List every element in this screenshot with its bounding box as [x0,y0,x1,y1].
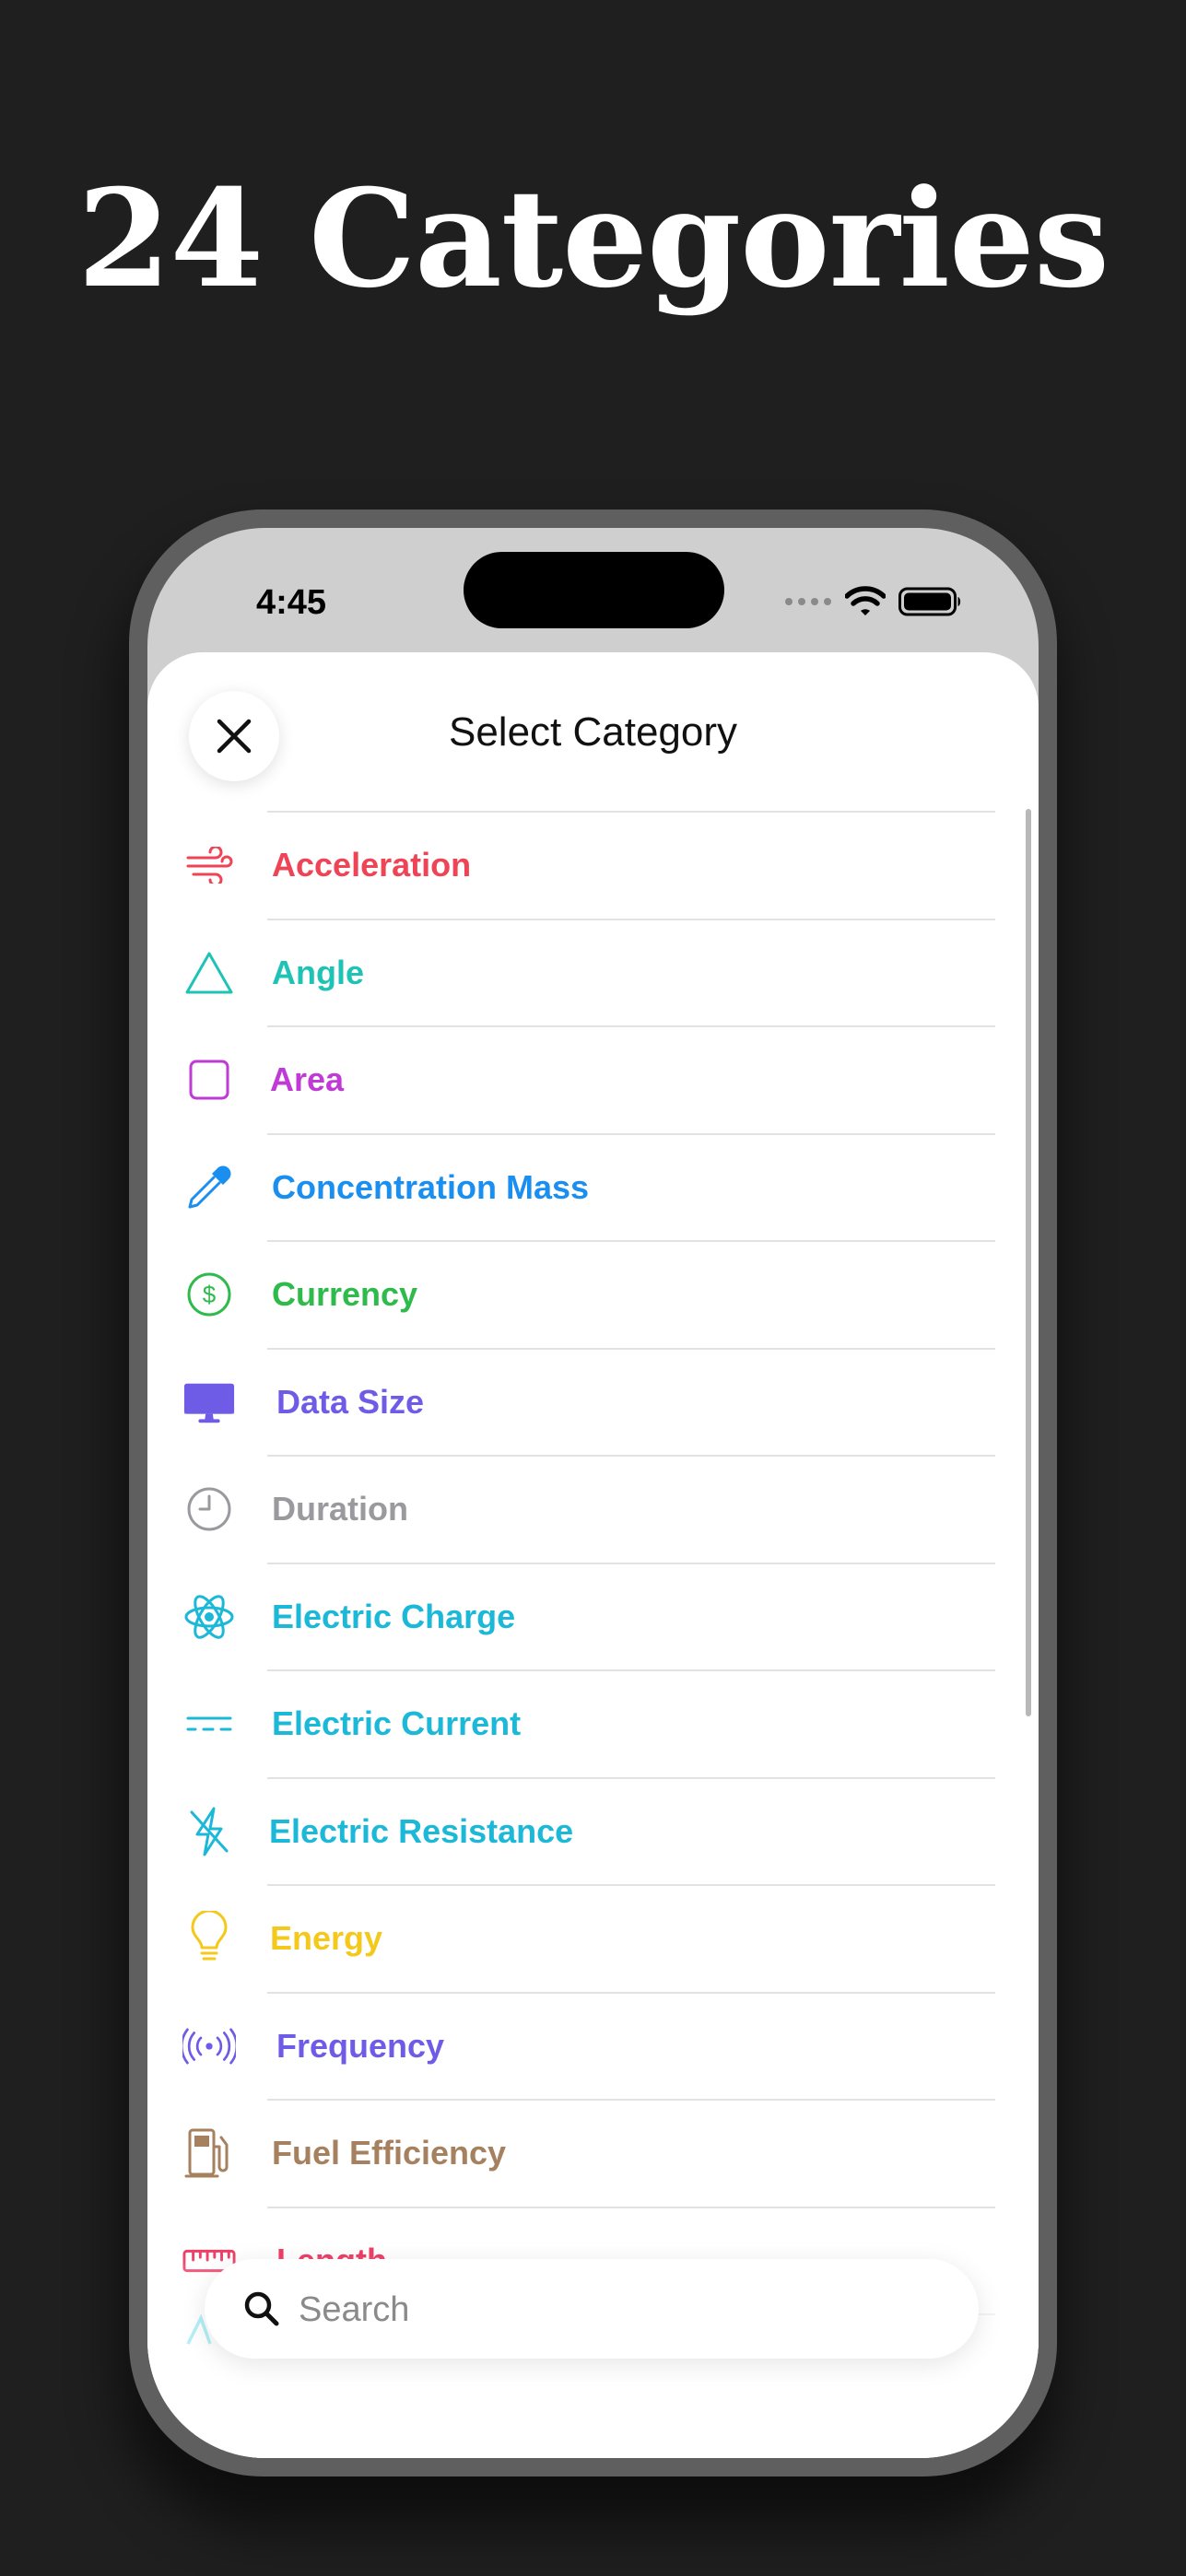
signal-icon [785,598,831,605]
category-row-concentration-mass[interactable]: Concentration Mass [147,1133,1014,1240]
category-row-data-size[interactable]: Data Size [147,1348,1014,1455]
category-sheet: Select Category Acceleration Angle Area Con… [147,652,1039,2458]
search-icon [244,2291,279,2326]
fuel-pump-icon [182,2126,236,2180]
battery-icon [898,587,961,616]
category-row-angle[interactable]: Angle [147,919,1014,1025]
category-label: Electric Resistance [269,1811,574,1850]
dc-current-icon [182,1697,236,1751]
category-label: Electric Current [272,1704,522,1742]
wifi-icon [845,586,886,615]
search-bar[interactable] [205,2259,979,2359]
category-label: Angle [272,953,365,991]
category-row-fuel-efficiency[interactable]: Fuel Efficiency [147,2099,1014,2206]
svg-text:$: $ [203,1281,217,1308]
atom-icon [182,1590,236,1644]
status-icons [784,583,963,620]
category-row-acceleration[interactable]: Acceleration [147,811,1014,918]
category-label: Energy [270,1919,383,1957]
category-row-electric-charge[interactable]: Electric Charge [147,1563,1014,1669]
category-row-electric-current[interactable]: Electric Current [147,1669,1014,1776]
category-row-currency[interactable]: $ Currency [147,1240,1014,1347]
category-label: Area [270,1060,345,1098]
category-label: Fuel Efficiency [272,2134,507,2172]
category-label: Electric Charge [272,1597,516,1635]
triangle-icon [182,946,236,1000]
category-row-electric-resistance[interactable]: Electric Resistance [147,1777,1014,1884]
sheet-title: Select Category [448,709,738,755]
category-row-area[interactable]: Area [147,1025,1014,1132]
eyedropper-icon [182,1161,236,1214]
lightbulb-icon [182,1911,236,1965]
square-icon [182,1053,236,1107]
category-label: Duration [272,1490,408,1528]
dynamic-island [464,552,724,628]
phone-frame: 4:45 Select Category Acceleration Angle … [129,509,1057,2476]
phone-screen: 4:45 Select Category Acceleration Angle … [147,528,1039,2458]
page-headline: 24 Categories [76,160,1110,318]
desktop-computer-icon [182,1376,236,1429]
category-label: Concentration Mass [272,1167,590,1206]
wind-icon [182,838,236,892]
category-row-energy[interactable]: Energy [147,1884,1014,1991]
bolt-slash-icon [182,1805,236,1858]
category-label: Acceleration [272,846,472,884]
scrollbar[interactable] [1026,809,1031,1716]
status-time: 4:45 [256,583,327,622]
clock-icon [182,1482,236,1536]
category-label: Currency [272,1275,418,1313]
search-input[interactable] [297,2277,945,2342]
category-row-duration[interactable]: Duration [147,1455,1014,1562]
category-label: Data Size [276,1382,425,1421]
category-row-frequency[interactable]: Frequency [147,1992,1014,2099]
antenna-waves-icon [182,2020,236,2073]
category-label: Frequency [276,2026,445,2065]
dollar-circle-icon: $ [182,1268,236,1321]
